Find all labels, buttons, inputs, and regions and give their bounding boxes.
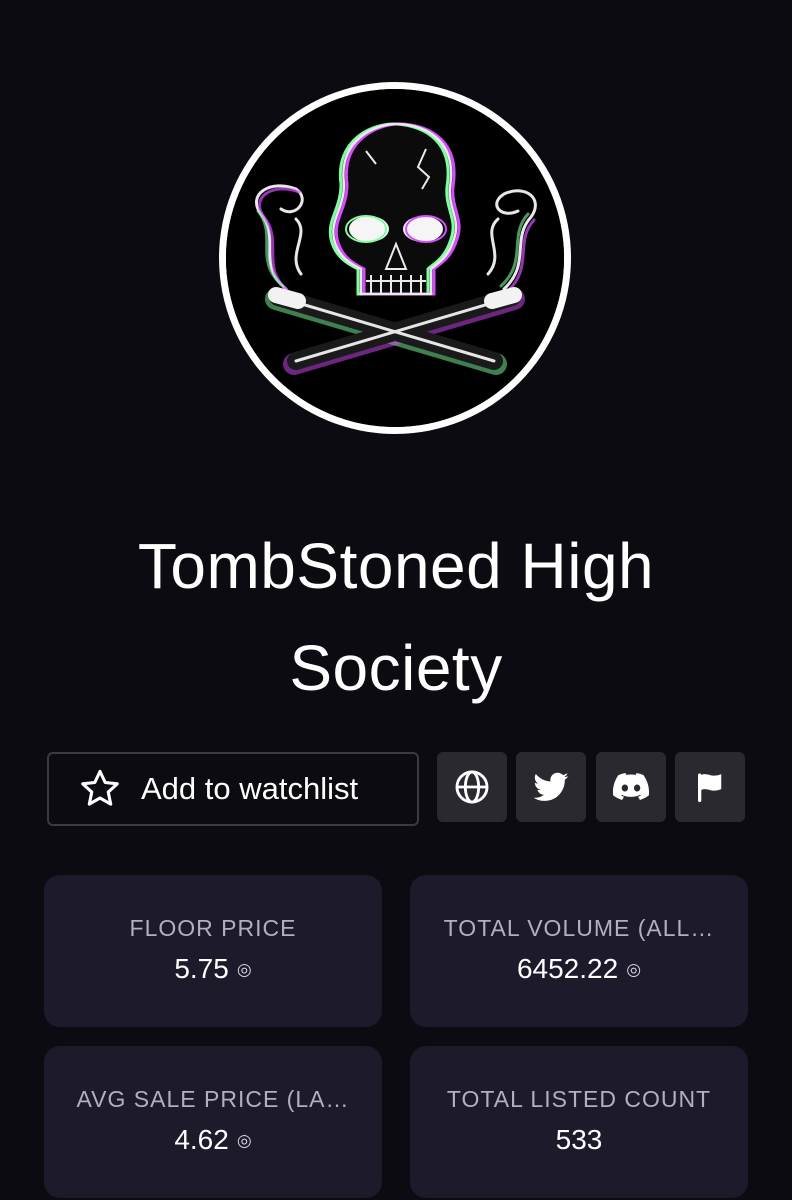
flag-icon	[698, 773, 722, 802]
stat-value: 4.62 ◎	[174, 1124, 252, 1155]
report-button[interactable]	[675, 752, 745, 822]
stat-value: 5.75 ◎	[174, 953, 252, 984]
stat-label: AVG SALE PRICE (LA…	[76, 1086, 350, 1112]
watchlist-label: Add to watchlist	[141, 771, 359, 806]
website-button[interactable]	[437, 752, 507, 822]
stat-label: FLOOR PRICE	[129, 915, 297, 941]
stat-card-avg-sale-price: AVG SALE PRICE (LA… 4.62 ◎	[44, 1046, 382, 1198]
stat-label: TOTAL LISTED COUNT	[446, 1086, 712, 1112]
stat-value: 6452.22 ◎	[516, 953, 642, 984]
twitter-button[interactable]	[516, 752, 586, 822]
sol-currency-icon: ◎	[626, 960, 642, 979]
twitter-icon	[533, 772, 569, 801]
stat-card-total-listed-count: TOTAL LISTED COUNT 533	[410, 1046, 748, 1198]
stat-card-total-volume: TOTAL VOLUME (ALL… 6452.22 ◎	[410, 875, 748, 1027]
stat-label: TOTAL VOLUME (ALL…	[443, 915, 715, 941]
add-to-watchlist-button[interactable]: Add to watchlist	[47, 752, 419, 826]
collection-title: TombStoned High Society	[137, 530, 655, 704]
star-icon	[81, 769, 119, 806]
globe-icon	[455, 770, 489, 804]
discord-icon	[612, 773, 650, 800]
stat-card-floor-price: FLOOR PRICE 5.75 ◎	[44, 875, 382, 1027]
collection-avatar	[219, 82, 571, 434]
sol-currency-icon: ◎	[236, 960, 252, 979]
discord-button[interactable]	[596, 752, 666, 822]
stat-value: 533	[555, 1124, 603, 1155]
sol-currency-icon: ◎	[236, 1131, 252, 1150]
skull-crossbones-logo	[226, 89, 564, 427]
